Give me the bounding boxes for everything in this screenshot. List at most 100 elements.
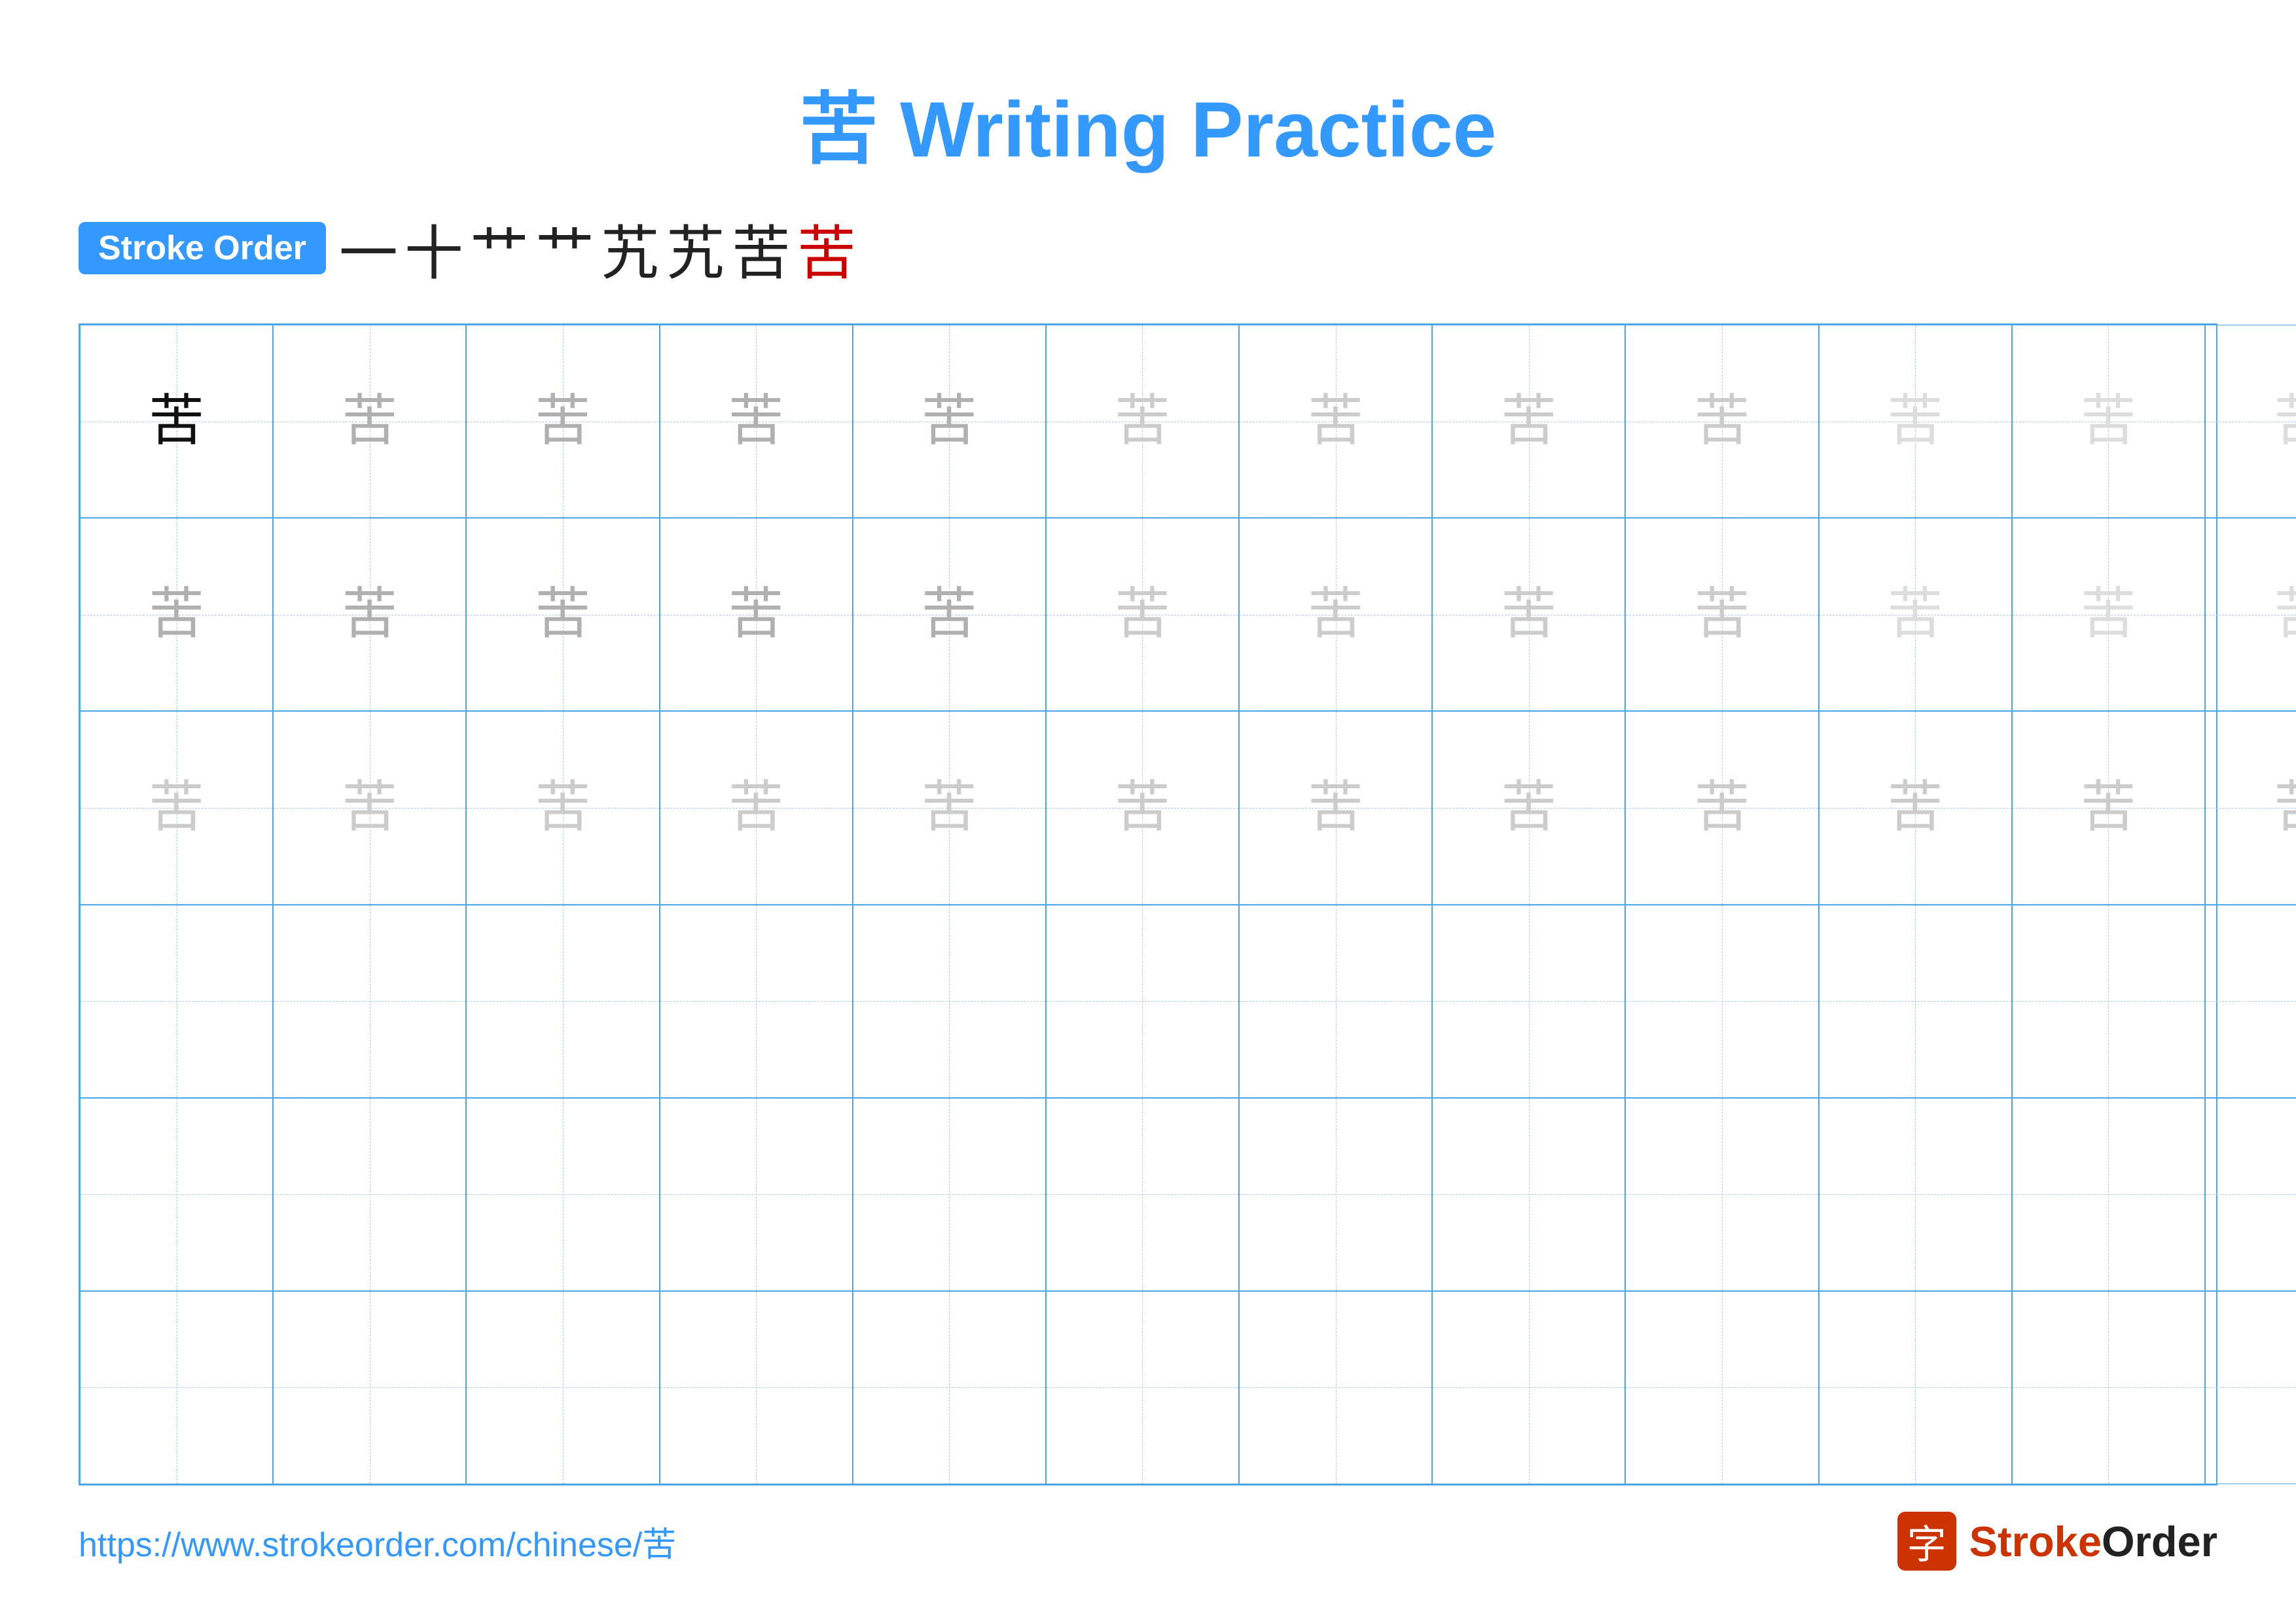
- practice-char-1-7: 苦: [1501, 587, 1556, 642]
- grid-cell-2-10[interactable]: 苦: [2012, 711, 2205, 904]
- practice-char-1-0: 苦: [149, 587, 204, 642]
- grid-cell-3-10[interactable]: [2012, 905, 2205, 1098]
- grid-cell-5-4[interactable]: [853, 1291, 1046, 1484]
- grid-cell-5-7[interactable]: [1432, 1291, 1625, 1484]
- grid-cell-3-11[interactable]: [2205, 905, 2296, 1098]
- grid-cell-3-9[interactable]: [1819, 905, 2012, 1098]
- grid-cell-1-1[interactable]: 苦: [273, 518, 466, 711]
- grid-cell-0-10[interactable]: 苦: [2012, 325, 2205, 518]
- grid-cell-1-6[interactable]: 苦: [1239, 518, 1432, 711]
- grid-cell-2-1[interactable]: 苦: [273, 711, 466, 904]
- grid-cell-1-0[interactable]: 苦: [80, 518, 273, 711]
- grid-cell-3-1[interactable]: [273, 905, 466, 1098]
- practice-char-0-1: 苦: [342, 393, 397, 449]
- grid-cell-5-5[interactable]: [1046, 1291, 1239, 1484]
- grid-cell-0-7[interactable]: 苦: [1432, 325, 1625, 518]
- grid-cell-3-4[interactable]: [853, 905, 1046, 1098]
- grid-cell-4-11[interactable]: [2205, 1098, 2296, 1291]
- grid-cell-4-7[interactable]: [1432, 1098, 1625, 1291]
- grid-cell-5-6[interactable]: [1239, 1291, 1432, 1484]
- grid-cell-1-5[interactable]: 苦: [1046, 518, 1239, 711]
- grid-cell-3-0[interactable]: [80, 905, 273, 1098]
- grid-cell-0-0[interactable]: 苦: [80, 325, 273, 518]
- practice-char-2-7: 苦: [1501, 780, 1556, 835]
- grid-cell-4-10[interactable]: [2012, 1098, 2205, 1291]
- grid-cell-0-2[interactable]: 苦: [466, 325, 659, 518]
- practice-char-0-11: 苦: [2274, 393, 2296, 449]
- grid-cell-3-3[interactable]: [660, 905, 853, 1098]
- grid-cell-3-5[interactable]: [1046, 905, 1239, 1098]
- footer-url[interactable]: https://www.strokeorder.com/chinese/苦: [79, 1517, 676, 1566]
- practice-char-1-3: 苦: [728, 587, 784, 642]
- grid-cell-5-2[interactable]: [466, 1291, 659, 1484]
- grid-cell-2-0[interactable]: 苦: [80, 711, 273, 904]
- grid-cell-2-7[interactable]: 苦: [1432, 711, 1625, 904]
- grid-cell-1-2[interactable]: 苦: [466, 518, 659, 711]
- grid-cell-1-4[interactable]: 苦: [853, 518, 1046, 711]
- page-title: 苦 Writing Practice: [79, 65, 2217, 179]
- grid-cell-2-5[interactable]: 苦: [1046, 711, 1239, 904]
- practice-char-0-8: 苦: [1694, 393, 1749, 449]
- grid-cell-2-4[interactable]: 苦: [853, 711, 1046, 904]
- stroke-seq-3: 艹: [535, 206, 594, 291]
- grid-cell-0-8[interactable]: 苦: [1625, 325, 1818, 518]
- grid-cell-2-2[interactable]: 苦: [466, 711, 659, 904]
- grid-cell-5-9[interactable]: [1819, 1291, 2012, 1484]
- grid-cell-4-6[interactable]: [1239, 1098, 1432, 1291]
- grid-cell-0-4[interactable]: 苦: [853, 325, 1046, 518]
- practice-char-0-4: 苦: [922, 393, 977, 449]
- practice-char-0-2: 苦: [535, 393, 590, 449]
- grid-cell-0-3[interactable]: 苦: [660, 325, 853, 518]
- grid-cell-4-3[interactable]: [660, 1098, 853, 1291]
- grid-cell-0-5[interactable]: 苦: [1046, 325, 1239, 518]
- practice-char-2-9: 苦: [1888, 780, 1943, 835]
- grid-cell-4-1[interactable]: [273, 1098, 466, 1291]
- grid-cell-4-4[interactable]: [853, 1098, 1046, 1291]
- grid-cell-5-1[interactable]: [273, 1291, 466, 1484]
- stroke-seq-7: 苦: [797, 206, 856, 291]
- practice-char-1-2: 苦: [535, 587, 590, 642]
- logo-text: StrokeOrder: [1969, 1517, 2217, 1566]
- practice-char-2-6: 苦: [1308, 780, 1363, 835]
- stroke-seq-5: 艽: [666, 206, 725, 291]
- practice-char-2-0: 苦: [149, 780, 204, 835]
- grid-cell-1-11[interactable]: 苦: [2205, 518, 2296, 711]
- grid-cell-4-5[interactable]: [1046, 1098, 1239, 1291]
- grid-cell-5-11[interactable]: [2205, 1291, 2296, 1484]
- stroke-order-row: Stroke Order 一十艹艹艽艽苦苦: [79, 206, 2217, 291]
- grid-cell-3-6[interactable]: [1239, 905, 1432, 1098]
- grid-cell-3-2[interactable]: [466, 905, 659, 1098]
- grid-cell-5-3[interactable]: [660, 1291, 853, 1484]
- grid-cell-1-7[interactable]: 苦: [1432, 518, 1625, 711]
- grid-cell-5-0[interactable]: [80, 1291, 273, 1484]
- grid-cell-0-9[interactable]: 苦: [1819, 325, 2012, 518]
- grid-cell-1-10[interactable]: 苦: [2012, 518, 2205, 711]
- grid-cell-3-8[interactable]: [1625, 905, 1818, 1098]
- grid-cell-2-3[interactable]: 苦: [660, 711, 853, 904]
- practice-char-2-4: 苦: [922, 780, 977, 835]
- practice-char-1-1: 苦: [342, 587, 397, 642]
- grid-cell-0-1[interactable]: 苦: [273, 325, 466, 518]
- grid-cell-1-3[interactable]: 苦: [660, 518, 853, 711]
- grid-cell-2-8[interactable]: 苦: [1625, 711, 1818, 904]
- practice-char-2-2: 苦: [535, 780, 590, 835]
- grid-cell-0-6[interactable]: 苦: [1239, 325, 1432, 518]
- grid-cell-2-6[interactable]: 苦: [1239, 711, 1432, 904]
- stroke-seq-1: 十: [404, 206, 463, 291]
- practice-char-0-3: 苦: [728, 393, 784, 449]
- practice-char-0-5: 苦: [1115, 393, 1170, 449]
- grid-cell-4-9[interactable]: [1819, 1098, 2012, 1291]
- grid-cell-2-9[interactable]: 苦: [1819, 711, 2012, 904]
- stroke-seq-0: 一: [339, 206, 398, 291]
- grid-cell-1-8[interactable]: 苦: [1625, 518, 1818, 711]
- grid-cell-5-8[interactable]: [1625, 1291, 1818, 1484]
- grid-cell-4-0[interactable]: [80, 1098, 273, 1291]
- grid-cell-0-11[interactable]: 苦: [2205, 325, 2296, 518]
- footer: https://www.strokeorder.com/chinese/苦 字 …: [79, 1512, 2217, 1571]
- grid-cell-2-11[interactable]: 苦: [2205, 711, 2296, 904]
- grid-cell-3-7[interactable]: [1432, 905, 1625, 1098]
- grid-cell-5-10[interactable]: [2012, 1291, 2205, 1484]
- grid-cell-4-2[interactable]: [466, 1098, 659, 1291]
- grid-cell-4-8[interactable]: [1625, 1098, 1818, 1291]
- grid-cell-1-9[interactable]: 苦: [1819, 518, 2012, 711]
